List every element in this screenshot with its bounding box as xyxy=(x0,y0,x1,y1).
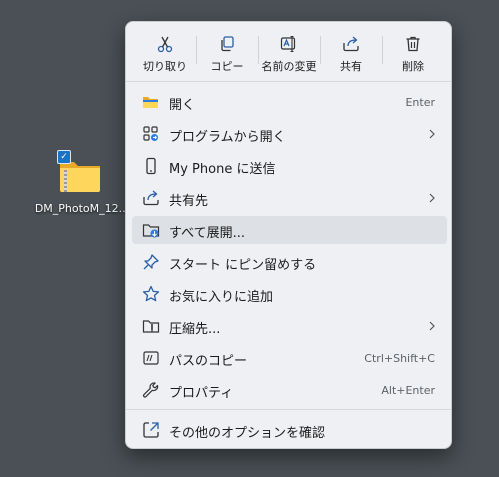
star-icon xyxy=(142,285,160,302)
cut-label: 切り取り xyxy=(143,60,187,73)
desktop[interactable]: ✓ DM_PhotoM_12... 切り取り コピー 名前の変更 共有 削除 開… xyxy=(0,0,499,477)
wrench-icon xyxy=(143,382,159,398)
share-icon xyxy=(143,190,159,206)
pin-icon xyxy=(143,254,159,270)
trash-icon xyxy=(406,36,420,52)
delete-button[interactable]: 削除 xyxy=(382,30,444,78)
menu-item-more-options[interactable]: その他のオプションを確認 xyxy=(132,416,447,444)
menu-item-label: 圧縮先... xyxy=(169,322,221,337)
extract-all-icon xyxy=(142,224,160,238)
chevron-right-icon xyxy=(429,193,435,203)
menu-item-label: プロパティ xyxy=(169,386,234,401)
copy-label: コピー xyxy=(210,60,244,73)
share-icon xyxy=(343,36,359,52)
menu-divider xyxy=(126,409,451,410)
compress-icon xyxy=(142,320,160,333)
menu-item-shortcut: Enter xyxy=(405,96,435,109)
menu-divider xyxy=(126,81,451,82)
menu-item-shortcut: Ctrl+Shift+C xyxy=(364,352,435,365)
copy-button[interactable]: コピー xyxy=(196,30,258,78)
rename-button[interactable]: 名前の変更 xyxy=(258,30,320,78)
cut-button[interactable]: 切り取り xyxy=(134,30,196,78)
menu-item-shortcut: Alt+Enter xyxy=(381,384,435,397)
menu-item-label: スタート にピン留めする xyxy=(169,258,317,273)
menu-item-open[interactable]: 開く Enter xyxy=(132,88,447,116)
menu-item-label: プログラムから開く xyxy=(169,130,286,145)
copy-path-icon xyxy=(143,351,159,365)
menu-item-label: すべて展開... xyxy=(169,226,245,241)
context-toolbar: 切り取り コピー 名前の変更 共有 削除 xyxy=(134,30,444,78)
share-button[interactable]: 共有 xyxy=(320,30,382,78)
menu-item-copy-path[interactable]: パスのコピー Ctrl+Shift+C xyxy=(132,344,447,372)
desktop-file-label: DM_PhotoM_12... xyxy=(34,202,130,215)
menu-item-extract-all[interactable]: すべて展開... xyxy=(132,216,447,244)
context-menu: 切り取り コピー 名前の変更 共有 削除 開く Enter プログラムから開く … xyxy=(125,21,452,449)
phone-icon xyxy=(146,157,156,175)
toolbar-separator xyxy=(320,36,321,64)
delete-label: 削除 xyxy=(402,60,424,73)
open-with-icon xyxy=(143,126,158,141)
menu-item-label: My Phone に送信 xyxy=(169,162,276,177)
menu-item-label: パスのコピー xyxy=(169,354,248,369)
menu-item-properties[interactable]: プロパティ Alt+Enter xyxy=(132,376,447,404)
menu-item-label: 共有先 xyxy=(169,194,209,209)
rename-label: 名前の変更 xyxy=(261,60,317,73)
menu-item-send-to-phone[interactable]: My Phone に送信 xyxy=(132,152,447,180)
toolbar-separator xyxy=(196,36,197,64)
share-label: 共有 xyxy=(340,60,362,73)
toolbar-separator xyxy=(382,36,383,64)
menu-item-compress-to[interactable]: 圧縮先... xyxy=(132,312,447,340)
scissors-icon xyxy=(157,36,173,53)
rename-icon xyxy=(280,35,296,53)
menu-item-pin-to-start[interactable]: スタート にピン留めする xyxy=(132,248,447,276)
desktop-file-item[interactable]: ✓ DM_PhotoM_12... xyxy=(34,150,130,220)
more-options-icon xyxy=(143,422,159,438)
chevron-right-icon xyxy=(429,129,435,139)
folder-open-icon xyxy=(143,97,158,108)
copy-icon xyxy=(221,36,234,52)
menu-item-label: その他のオプションを確認 xyxy=(169,426,326,441)
menu-item-open-with[interactable]: プログラムから開く xyxy=(132,120,447,148)
menu-item-label: お気に入りに追加 xyxy=(169,290,274,305)
chevron-right-icon xyxy=(429,321,435,331)
toolbar-separator xyxy=(258,36,259,64)
menu-item-label: 開く xyxy=(169,98,196,113)
menu-item-share-with[interactable]: 共有先 xyxy=(132,184,447,212)
menu-item-add-favorites[interactable]: お気に入りに追加 xyxy=(132,280,447,308)
selection-checkbox[interactable]: ✓ xyxy=(57,150,71,164)
